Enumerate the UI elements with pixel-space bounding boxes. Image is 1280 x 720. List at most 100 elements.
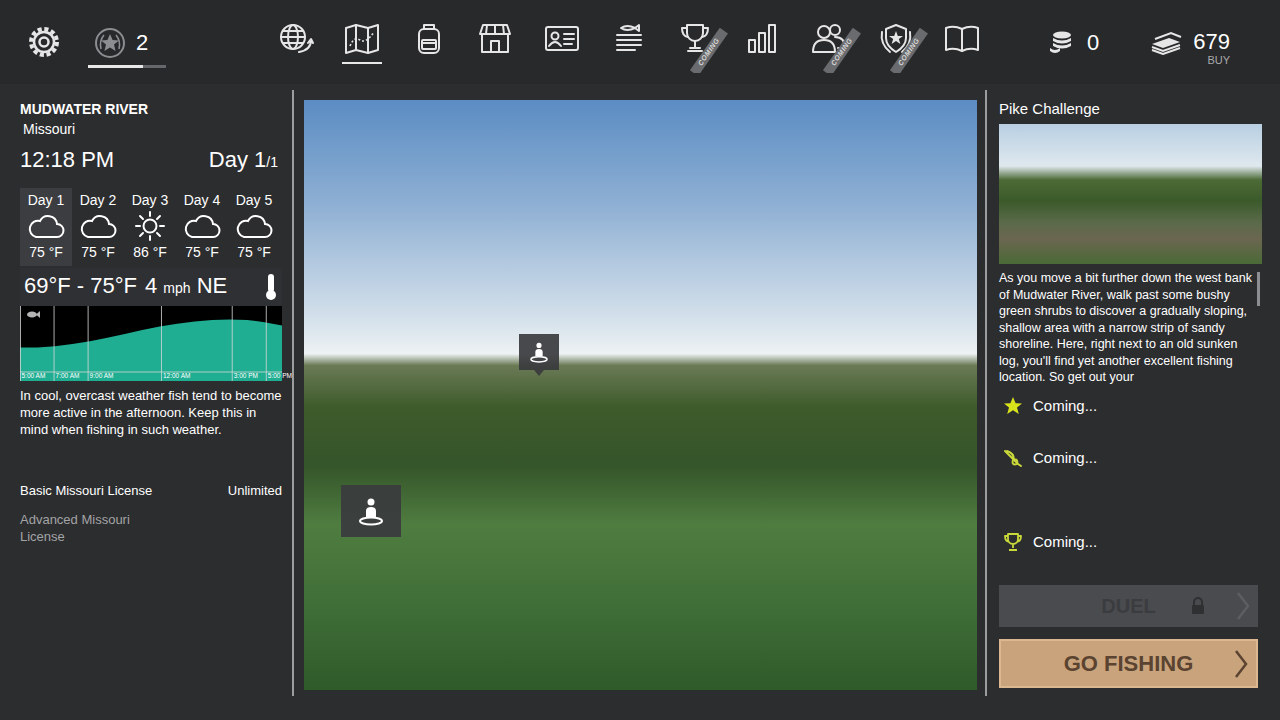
forecast-day[interactable]: Day 1 75 °F [20, 188, 72, 266]
location-name: MUDWATER RIVER [20, 100, 282, 118]
button-label: DUEL [1101, 591, 1155, 621]
forecast: Day 175 °FDay 275 °FDay 386 °FDay 475 °F… [20, 188, 282, 266]
wind: 4 mph NE [145, 272, 227, 302]
location-panel: MUDWATER RIVERMissouri12:18 PMDay 1/1Day… [0, 90, 294, 696]
cloud-icon [76, 211, 120, 241]
time-tick: 3:00 PM [234, 372, 258, 380]
license-duration: Unlimited [228, 482, 282, 499]
list-icon [609, 20, 649, 56]
player-level: 2 [88, 17, 166, 68]
level-progress [88, 65, 166, 68]
challenge-panel: Pike ChallengeAs you move a bit further … [987, 90, 1280, 696]
forecast-day[interactable]: Day 575 °F [228, 188, 280, 266]
activity-chart: 5:00 AM7:00 AM9:00 AM12:00 AM3:00 PM5:00… [20, 306, 282, 381]
time-tick: 12:00 AM [163, 372, 190, 380]
money-info: 679BUY [1193, 18, 1230, 67]
temp-range: 69°F - 75°F [24, 272, 137, 300]
weather-tip: In cool, overcast weather fish tend to b… [20, 387, 282, 438]
fishing-spot-marker[interactable] [341, 485, 401, 537]
grid-line [161, 306, 162, 381]
forecast-temp: 75 °F [185, 243, 219, 261]
map-tab[interactable] [329, 11, 396, 73]
main-nav: COMINGCOMINGCOMING [262, 11, 996, 73]
map-panel [294, 90, 987, 696]
reward-row: Coming... [999, 396, 1262, 448]
friends-tab[interactable]: COMING [796, 11, 863, 73]
forecast-label: Day 1 [28, 191, 65, 209]
forecast-day[interactable]: Day 4 75 °F [176, 188, 228, 266]
conditions: 69°F - 75°F 4 mph NE [20, 268, 282, 306]
forecast-label: Day 4 [184, 191, 221, 209]
button-label: GO FISHING [1064, 647, 1194, 680]
grid-line [266, 306, 267, 381]
gear-icon [26, 24, 62, 60]
stats-tab[interactable] [729, 11, 796, 73]
activity-area [20, 319, 282, 381]
forecast-temp: 75 °F [29, 243, 63, 261]
location-view[interactable] [304, 100, 977, 690]
day-counter: Day 1/1 [209, 146, 278, 176]
license-tab[interactable] [529, 11, 596, 73]
day-total: /1 [266, 154, 278, 170]
coins-icon [1047, 29, 1077, 55]
world-tab[interactable] [262, 11, 329, 73]
forecast-day[interactable]: Day 386 °F [124, 188, 176, 266]
forecast-day[interactable]: Day 275 °F [72, 188, 124, 266]
challenge-image [999, 124, 1262, 264]
tab-underline [409, 62, 449, 64]
map-icon [342, 20, 382, 56]
license-row[interactable]: Advanced Missouri License [20, 511, 282, 545]
settings-button[interactable] [26, 24, 62, 60]
reward-row: Coming... [999, 448, 1262, 532]
scrollbar-thumb[interactable] [1257, 272, 1260, 306]
tab-underline [542, 62, 582, 64]
go-fishing-button[interactable]: GO FISHING [999, 639, 1258, 688]
time-tick: 9:00 AM [90, 372, 114, 380]
grid-line [232, 306, 233, 381]
top-bar: 2COMINGCOMINGCOMING0679BUY [0, 0, 1280, 84]
backpack-icon [409, 20, 449, 56]
angler-icon [528, 341, 550, 363]
money-amount: 679 [1193, 30, 1230, 54]
star-icon [1003, 396, 1023, 416]
shop-icon [475, 20, 515, 56]
level-progress-fill [88, 65, 143, 68]
grid-line [54, 306, 55, 381]
game-time: 12:18 PM [20, 146, 114, 174]
forecast-temp: 75 °F [81, 243, 115, 261]
tournaments-tab[interactable]: COMING [662, 11, 729, 73]
license-name: Advanced Missouri License [20, 511, 160, 545]
clubs-tab[interactable]: COMING [862, 11, 929, 73]
rewards: Coming...Coming...Coming... [999, 396, 1262, 552]
fishing-spot-marker[interactable] [519, 334, 559, 370]
forecast-label: Day 3 [132, 191, 169, 209]
time-tick: 5:00 PM [268, 372, 292, 380]
chevron-icon [1236, 591, 1250, 621]
challenge-description-box: As you move a bit further down the west … [999, 270, 1262, 386]
missions-tab[interactable] [595, 11, 662, 73]
inventory-tab[interactable] [395, 11, 462, 73]
reward-text: Coming... [1033, 396, 1097, 416]
duel-button[interactable]: DUEL [999, 585, 1258, 627]
main-area: MUDWATER RIVERMissouri12:18 PMDay 1/1Day… [0, 84, 1280, 720]
tab-underline [475, 62, 515, 64]
tab-underline [742, 62, 782, 64]
stats-icon [742, 20, 782, 56]
book-icon [942, 20, 982, 56]
forecast-label: Day 5 [236, 191, 273, 209]
coins: 0 [1047, 26, 1099, 59]
angler-icon [356, 496, 386, 526]
challenge-description: As you move a bit further down the west … [999, 270, 1252, 386]
license-row[interactable]: Basic Missouri LicenseUnlimited [20, 482, 282, 499]
time-tick: 7:00 AM [56, 372, 80, 380]
tab-underline [275, 62, 315, 64]
thermometer-icon [264, 273, 278, 301]
coins-amount: 0 [1087, 26, 1099, 59]
level-row: 2 [88, 27, 166, 59]
license-icon [542, 20, 582, 56]
shop-tab[interactable] [462, 11, 529, 73]
money-button[interactable]: 679BUY [1149, 18, 1230, 67]
guide-tab[interactable] [929, 11, 996, 73]
reward-row: Coming... [999, 532, 1262, 552]
action-buttons: DUEL GO FISHING [999, 585, 1262, 688]
